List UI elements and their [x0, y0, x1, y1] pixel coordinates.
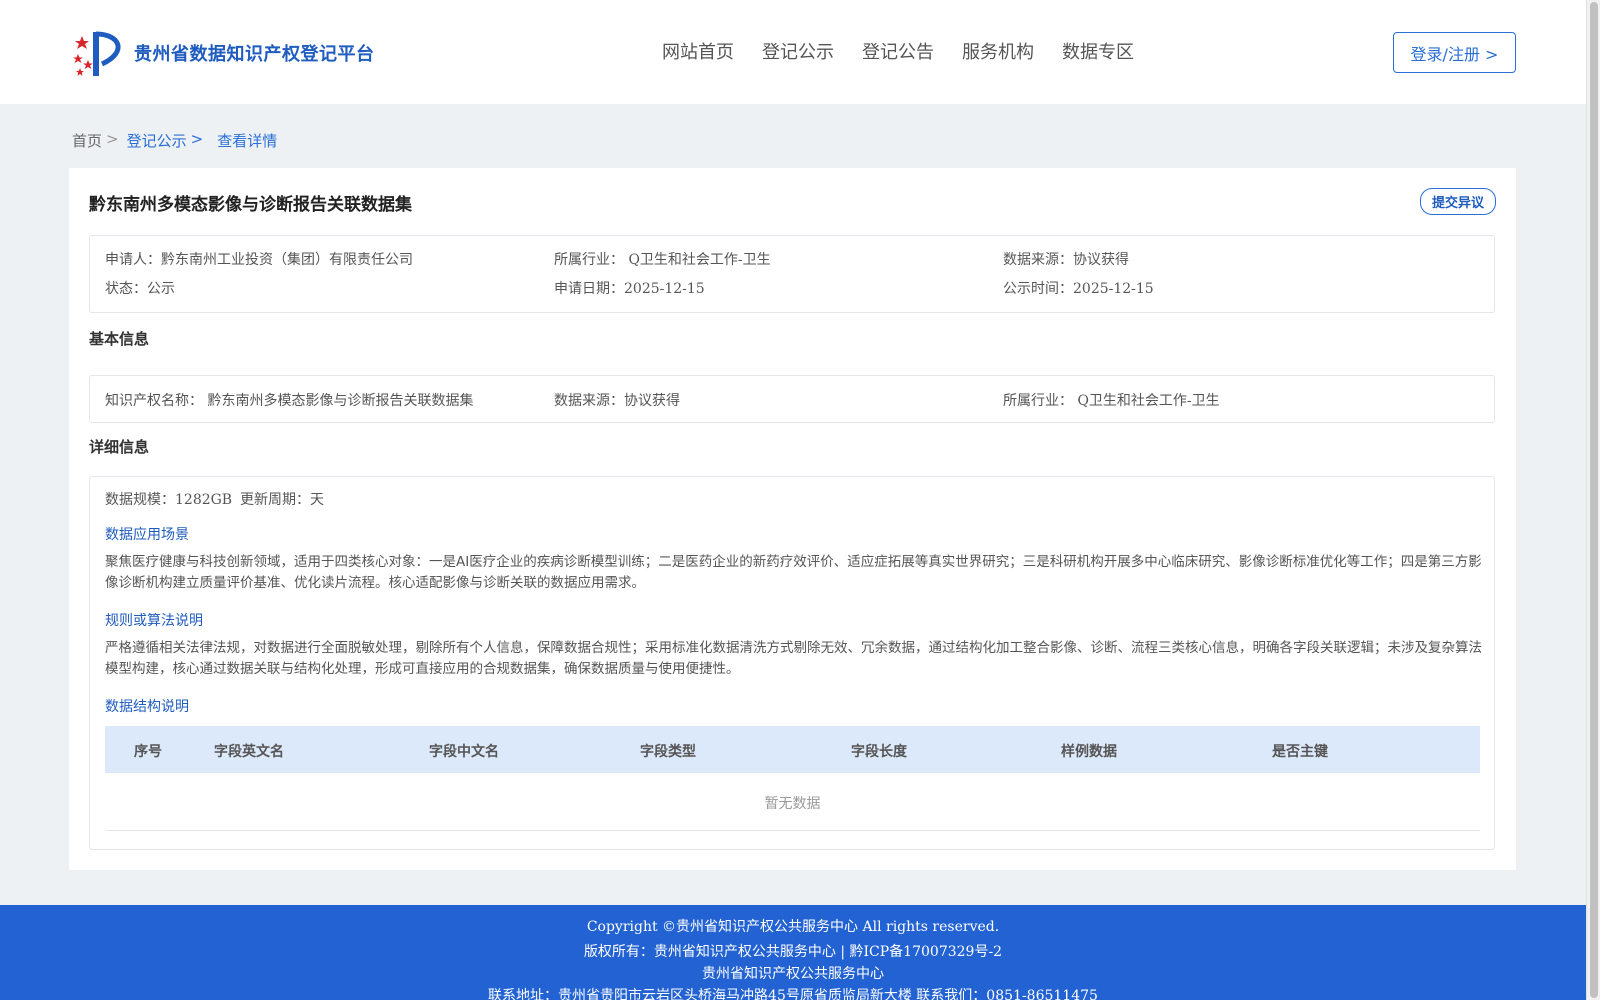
breadcrumb-home[interactable]: 首页 [72, 130, 102, 151]
ip-name: 知识产权名称： 黔东南州多模态影像与诊断报告关联数据集 [105, 393, 474, 409]
nav-data-zone[interactable]: 数据专区 [1062, 38, 1134, 64]
page: 贵州省数据知识产权登记平台 网站首页 登记公示 登记公告 服务机构 数据专区 登… [0, 0, 1586, 1000]
scenario-heading: 数据应用场景 [105, 527, 189, 543]
breadcrumb: 首页 > 登记公示 > 查看详情 [72, 130, 277, 151]
breadcrumb-separator: > [190, 130, 204, 148]
basic-data-source: 数据来源：协议获得 [554, 393, 680, 409]
table-column-header[interactable]: 是否主键 [1272, 741, 1328, 761]
publish-date: 公示时间：2025-12-15 [1003, 281, 1154, 297]
detail-card: 黔东南州多模态影像与诊断报告关联数据集 提交异议 申请人：黔东南州工业投资（集团… [69, 168, 1516, 870]
site-logo[interactable]: 贵州省数据知识产权登记平台 [72, 28, 375, 78]
basic-info-title: 基本信息 [89, 330, 150, 348]
platform-emblem-icon [73, 31, 121, 76]
nav-registration-notice[interactable]: 登记公告 [862, 38, 934, 64]
site-header: 贵州省数据知识产权登记平台 网站首页 登记公示 登记公告 服务机构 数据专区 登… [0, 0, 1586, 104]
submit-objection-button[interactable]: 提交异议 [1420, 188, 1496, 215]
nav-service-agencies[interactable]: 服务机构 [962, 38, 1034, 64]
nav-registration-publicity[interactable]: 登记公示 [762, 38, 834, 64]
scrollbar-thumb[interactable] [1590, 2, 1598, 998]
footer-rights: 版权所有：贵州省知识产权公共服务中心 | 黔ICP备17007329号-2 [583, 944, 1003, 960]
table-empty-row: 暂无数据 [105, 773, 1480, 831]
basic-industry: 所属行业： Q卫生和社会工作-卫生 [1003, 393, 1220, 409]
table-column-header[interactable]: 字段类型 [640, 741, 696, 761]
detail-info-panel: 数据规模：1282GB 更新周期：天 数据应用场景 聚焦医疗健康与科技创新领域，… [89, 476, 1495, 850]
table-column-header[interactable]: 字段长度 [851, 741, 907, 761]
data-structure-table: 序号 字段英文名 字段中文名 字段类型 字段长度 样例数据 是否主键 暂无数据 [105, 726, 1480, 831]
footer-contact: 联系地址：贵州省贵阳市云岩区头桥海马冲路45号原省质监局新大楼 联系我们：085… [488, 988, 1098, 1000]
table-column-header[interactable]: 字段英文名 [214, 741, 284, 761]
rules-text: 严格遵循相关法律法规，对数据进行全面脱敏处理，剔除所有个人信息，保障数据合规性；… [105, 640, 1482, 677]
breadcrumb-publicity[interactable]: 登记公示 [127, 130, 187, 151]
applicant: 申请人：黔东南州工业投资（集团）有限责任公司 [105, 252, 413, 268]
basic-info-panel: 知识产权名称： 黔东南州多模态影像与诊断报告关联数据集 数据来源：协议获得 所属… [89, 375, 1495, 423]
structure-heading: 数据结构说明 [105, 699, 189, 715]
summary-panel: 申请人：黔东南州工业投资（集团）有限责任公司 所属行业： Q卫生和社会工作-卫生… [89, 235, 1495, 313]
breadcrumb-current: 查看详情 [217, 132, 278, 150]
industry: 所属行业： Q卫生和社会工作-卫生 [554, 252, 771, 268]
status: 状态：公示 [105, 281, 175, 297]
apply-date: 申请日期：2025-12-15 [554, 281, 705, 297]
data-source: 数据来源：协议获得 [1003, 252, 1129, 268]
login-register-button[interactable]: 登录/注册 > [1393, 32, 1516, 73]
logo-text: 贵州省数据知识产权登记平台 [134, 44, 375, 65]
site-footer: Copyright ©贵州省知识产权公共服务中心 All rights rese… [0, 905, 1586, 1000]
scenario-text: 聚焦医疗健康与科技创新领域，适用于四类核心对象：一是AI医疗企业的疾病诊断模型训… [105, 554, 1482, 591]
table-header: 序号 字段英文名 字段中文名 字段类型 字段长度 样例数据 是否主键 [105, 726, 1480, 773]
footer-org: 贵州省知识产权公共服务中心 [702, 966, 884, 982]
table-column-header[interactable]: 序号 [134, 741, 162, 761]
page-title: 黔东南州多模态影像与诊断报告关联数据集 [89, 195, 412, 215]
update-cycle: 更新周期：天 [240, 492, 324, 508]
vertical-scrollbar[interactable] [1586, 0, 1600, 1000]
detail-info-title: 详细信息 [89, 438, 150, 456]
main-nav: 网站首页 登记公示 登记公告 服务机构 数据专区 [662, 38, 1162, 64]
data-scale: 数据规模：1282GB [105, 492, 233, 508]
table-column-header[interactable]: 字段中文名 [429, 741, 499, 761]
rules-heading: 规则或算法说明 [105, 613, 203, 629]
nav-home[interactable]: 网站首页 [662, 38, 734, 64]
footer-copyright: Copyright ©贵州省知识产权公共服务中心 All rights rese… [586, 919, 1000, 935]
table-column-header[interactable]: 样例数据 [1061, 741, 1117, 761]
empty-state-text: 暂无数据 [764, 796, 821, 812]
breadcrumb-separator: > [106, 130, 119, 148]
